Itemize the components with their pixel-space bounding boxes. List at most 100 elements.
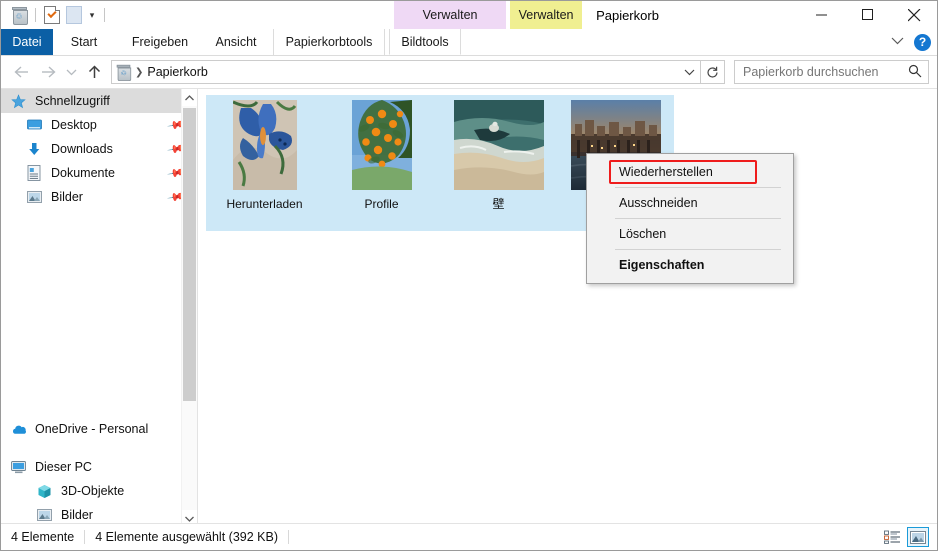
address-dropdown-icon[interactable] bbox=[678, 61, 700, 83]
menu-item-label: Löschen bbox=[619, 227, 667, 241]
qat-divider-2 bbox=[104, 8, 105, 22]
forward-button[interactable] bbox=[35, 59, 61, 85]
contextual-tab-picture-header[interactable]: Verwalten bbox=[510, 1, 583, 29]
maximize-button[interactable] bbox=[845, 1, 891, 29]
contextual-tab-picture-label: Verwalten bbox=[518, 8, 574, 22]
selection-info: 4 Elemente ausgewählt (392 KB) bbox=[95, 530, 278, 544]
minimize-button[interactable] bbox=[799, 1, 845, 29]
scrollbar-track[interactable] bbox=[182, 106, 197, 510]
contextual-tab-headers: Verwalten Verwalten bbox=[394, 1, 583, 29]
tab-papierkorbtools[interactable]: Papierkorbtools bbox=[273, 29, 385, 55]
tab-datei[interactable]: Datei bbox=[1, 29, 53, 55]
tab-datei-label: Datei bbox=[12, 35, 42, 49]
menu-separator bbox=[615, 249, 781, 250]
up-button[interactable] bbox=[81, 59, 107, 85]
sidebar-item-3d-objekte[interactable]: 3D-Objekte bbox=[1, 479, 197, 503]
scrollbar-thumb[interactable] bbox=[183, 108, 196, 401]
scroll-up-icon[interactable] bbox=[182, 89, 197, 106]
tile-container: Herunterladen Profile 壁 bbox=[198, 89, 937, 231]
status-divider-2 bbox=[287, 530, 289, 544]
quick-access-toolbar: ♲ ▾ bbox=[1, 1, 110, 29]
address-bar: ♲ ❯ Papierkorb bbox=[1, 56, 937, 88]
window-title: Papierkorb bbox=[596, 7, 659, 23]
navigation-pane-scrollbar[interactable] bbox=[181, 89, 197, 527]
menu-item-wiederherstellen[interactable]: Wiederherstellen bbox=[587, 158, 793, 186]
address-input[interactable]: ♲ ❯ Papierkorb bbox=[111, 60, 701, 84]
back-button[interactable] bbox=[9, 59, 35, 85]
menu-item-ausschneiden[interactable]: Ausschneiden bbox=[587, 189, 793, 217]
status-divider bbox=[84, 530, 86, 544]
navpane-gap bbox=[1, 441, 197, 455]
refresh-button[interactable] bbox=[701, 60, 725, 84]
file-item-label: Profile bbox=[364, 197, 399, 211]
chevron-down-icon[interactable] bbox=[888, 37, 906, 48]
file-item-beach[interactable]: 壁 bbox=[440, 95, 557, 231]
recycle-bin-icon[interactable]: ♲ bbox=[8, 4, 30, 26]
sidebar-item-dieser-pc[interactable]: Dieser PC bbox=[1, 455, 197, 479]
caption-buttons bbox=[799, 1, 937, 29]
tab-bildtools[interactable]: Bildtools bbox=[389, 29, 461, 55]
customize-dropdown-icon[interactable]: ▾ bbox=[85, 10, 99, 21]
tab-freigeben[interactable]: Freigeben bbox=[115, 29, 205, 55]
search-input[interactable] bbox=[741, 64, 908, 80]
ribbon-tab-strip: Datei Start Freigeben Ansicht Papierkorb… bbox=[1, 29, 937, 56]
ribbon-right-controls: ? bbox=[888, 29, 931, 55]
blank-icon[interactable] bbox=[63, 4, 85, 26]
breadcrumb-path[interactable]: Papierkorb bbox=[147, 65, 207, 79]
sidebar-item-downloads-qa[interactable]: Downloads 📌 bbox=[1, 137, 197, 161]
sidebar-item-label: Desktop bbox=[51, 118, 97, 132]
details-view-button[interactable] bbox=[881, 527, 903, 547]
sidebar-item-onedrive[interactable]: OneDrive - Personal bbox=[1, 417, 197, 441]
view-buttons bbox=[881, 524, 929, 550]
sidebar-item-label: Schnellzugriff bbox=[35, 94, 110, 108]
close-button[interactable] bbox=[891, 1, 937, 29]
download-icon bbox=[27, 142, 47, 157]
search-box[interactable] bbox=[734, 60, 929, 84]
sidebar-item-schnellzugriff[interactable]: Schnellzugriff bbox=[1, 89, 197, 113]
file-item-herunterladen[interactable]: Herunterladen bbox=[206, 95, 323, 231]
sidebar-item-dokumente-qa[interactable]: Dokumente 📌 bbox=[1, 161, 197, 185]
recycle-bin-crumb-icon: ♲ bbox=[112, 64, 134, 81]
help-label: ? bbox=[918, 35, 927, 49]
menu-separator bbox=[615, 218, 781, 219]
title-bar: ♲ ▾ Verwalten Verwalten Papierkorb bbox=[1, 1, 937, 29]
sidebar-item-desktop-qa[interactable]: Desktop 📌 bbox=[1, 113, 197, 137]
tab-ansicht[interactable]: Ansicht bbox=[205, 29, 267, 55]
recent-locations-button[interactable] bbox=[61, 59, 81, 85]
file-item-profile[interactable]: Profile bbox=[323, 95, 440, 231]
navigation-pane: Schnellzugriff Desktop 📌 Downloads 📌 Dok… bbox=[1, 89, 197, 527]
context-menu: Wiederherstellen Ausschneiden Löschen Ei… bbox=[586, 153, 794, 284]
contextual-tab-recyclebin-header[interactable]: Verwalten bbox=[394, 1, 507, 29]
menu-item-eigenschaften[interactable]: Eigenschaften bbox=[587, 251, 793, 279]
documents-icon bbox=[27, 165, 47, 181]
file-list-view[interactable]: Herunterladen Profile 壁 Wiederherstellen… bbox=[198, 89, 937, 527]
star-icon bbox=[11, 93, 31, 109]
tab-start-label: Start bbox=[70, 35, 98, 49]
sidebar-item-label: OneDrive - Personal bbox=[35, 422, 149, 436]
menu-item-loeschen[interactable]: Löschen bbox=[587, 220, 793, 248]
thispc-icon bbox=[11, 460, 31, 474]
3dobjects-icon bbox=[37, 484, 57, 499]
sidebar-item-bilder-qa[interactable]: Bilder 📌 bbox=[1, 185, 197, 209]
tab-start[interactable]: Start bbox=[53, 29, 115, 55]
pictures-icon bbox=[37, 509, 57, 521]
sidebar-item-label: Dokumente bbox=[51, 166, 115, 180]
highlight-box bbox=[609, 160, 757, 184]
thumbnail-orange-tree bbox=[337, 100, 427, 190]
sidebar-item-label: 3D-Objekte bbox=[61, 484, 125, 498]
properties-icon[interactable] bbox=[41, 4, 63, 26]
help-icon[interactable]: ? bbox=[914, 33, 931, 51]
thumbnail-beach bbox=[453, 100, 544, 190]
breadcrumb-separator-icon[interactable]: ❯ bbox=[135, 67, 143, 78]
tab-ansicht-label: Ansicht bbox=[215, 35, 257, 49]
onedrive-icon bbox=[11, 424, 31, 435]
search-icon[interactable] bbox=[908, 64, 922, 81]
file-item-label: Herunterladen bbox=[226, 197, 303, 211]
status-bar: 4 Elemente 4 Elemente ausgewählt (392 KB… bbox=[1, 523, 937, 550]
sidebar-item-label: Downloads bbox=[51, 142, 113, 156]
navpane-spacer bbox=[1, 209, 197, 417]
large-icons-view-button[interactable] bbox=[907, 527, 929, 547]
tab-freigeben-label: Freigeben bbox=[131, 35, 189, 49]
item-count: 4 Elemente bbox=[11, 530, 75, 544]
sidebar-item-label: Bilder bbox=[51, 190, 83, 204]
